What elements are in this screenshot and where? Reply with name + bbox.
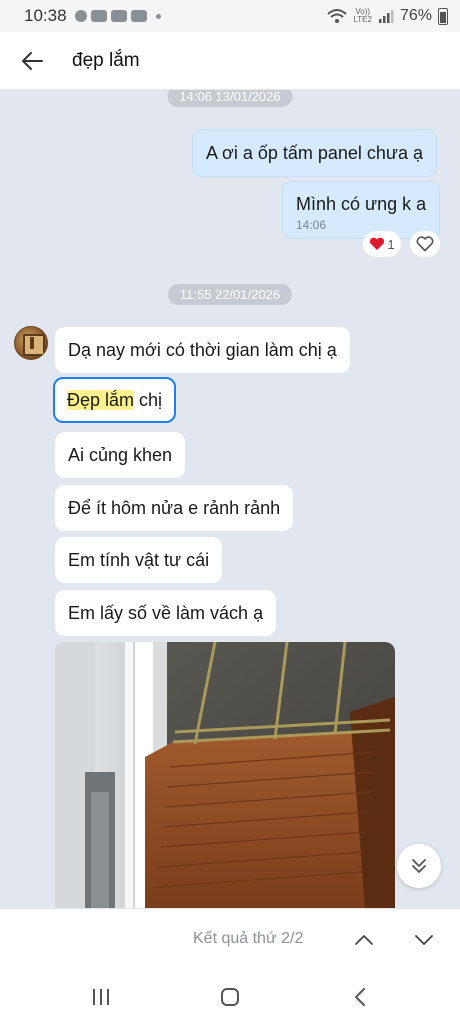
received-message[interactable]: Em lấy số về làm vách ạ xyxy=(55,590,277,636)
wifi-icon xyxy=(327,9,348,23)
back-chevron-icon xyxy=(355,988,365,1006)
network-type-label: Vo)) LTE2 xyxy=(353,7,372,24)
reaction-summary[interactable]: 1 xyxy=(363,231,401,257)
scroll-to-bottom-button[interactable] xyxy=(397,844,441,888)
search-highlight: Đẹp lắm xyxy=(67,390,135,410)
chat-header: đẹp lắm xyxy=(0,32,460,90)
message-text: A ơi a ốp tấm panel chưa ạ xyxy=(206,143,423,163)
page-title: đẹp lắm xyxy=(72,49,140,71)
chevron-down-icon xyxy=(415,935,433,945)
zalo-icon xyxy=(90,10,107,22)
recent-apps-icon xyxy=(93,989,109,1005)
chat-area[interactable]: 14:06 13/01/2026 A ơi a ốp tấm panel chư… xyxy=(0,90,460,908)
battery-icon xyxy=(438,7,448,25)
status-time: 10:38 xyxy=(24,6,67,25)
ceiling-panel-photo xyxy=(55,642,395,908)
received-message-search-match[interactable]: Đẹp lắm chị xyxy=(53,377,177,423)
back-button[interactable] xyxy=(0,32,64,90)
date-separator: 11:55 22/01/2026 xyxy=(167,284,293,305)
home-button[interactable] xyxy=(215,982,245,1012)
arrow-left-icon xyxy=(22,51,43,70)
sent-message[interactable]: A ơi a ốp tấm panel chưa ạ xyxy=(192,129,437,177)
status-bar: 10:38 Vo)) LTE2 76% xyxy=(0,0,460,32)
battery-percent: 76% xyxy=(399,7,432,24)
previous-result-button[interactable] xyxy=(349,925,379,955)
next-result-button[interactable] xyxy=(409,925,439,955)
more-notifications-icon xyxy=(155,13,161,19)
messenger-icon xyxy=(74,10,87,22)
notification-icons xyxy=(74,10,161,22)
received-message[interactable]: Em tính vật tư cái xyxy=(55,537,223,583)
zalo-icon xyxy=(110,10,127,22)
reaction-count: 1 xyxy=(387,236,395,252)
photo-message[interactable] xyxy=(55,642,395,908)
react-button[interactable] xyxy=(410,231,440,257)
received-message[interactable]: Ai củng khen xyxy=(55,432,186,478)
received-message[interactable]: Để ít hôm nửa e rảnh rảnh xyxy=(55,485,294,531)
zalo-icon xyxy=(130,10,147,22)
home-icon xyxy=(221,988,239,1006)
message-text: chị xyxy=(134,390,163,410)
double-chevron-down-icon xyxy=(412,859,426,873)
message-text: Để ít hôm nửa e rảnh rảnh xyxy=(68,498,281,518)
received-message[interactable]: Dạ nay mới có thời gian làm chị ạ xyxy=(55,327,350,373)
heart-outline-icon xyxy=(416,236,434,252)
message-text: Ai củng khen xyxy=(68,445,173,465)
chevron-up-icon xyxy=(355,935,373,945)
message-text: Em lấy số về làm vách ạ xyxy=(68,603,264,623)
message-text: Em tính vật tư cái xyxy=(68,550,210,570)
sent-message[interactable]: Mình có ưng k a 14:06 xyxy=(282,181,441,239)
date-separator: 14:06 13/01/2026 xyxy=(167,90,293,107)
recent-apps-button[interactable] xyxy=(86,982,116,1012)
avatar[interactable] xyxy=(14,326,48,360)
heart-icon xyxy=(370,237,385,250)
system-nav-bar xyxy=(0,970,460,1024)
message-text: Dạ nay mới có thời gian làm chị ạ xyxy=(68,340,337,360)
system-back-button[interactable] xyxy=(345,982,375,1012)
signal-icon xyxy=(378,10,394,23)
message-text: Mình có ưng k a xyxy=(296,194,427,214)
search-result-count: Kết quả thứ 2/2 xyxy=(193,930,304,947)
search-result-bar: Kết quả thứ 2/2 xyxy=(0,908,460,970)
message-time: 14:06 xyxy=(296,218,327,232)
